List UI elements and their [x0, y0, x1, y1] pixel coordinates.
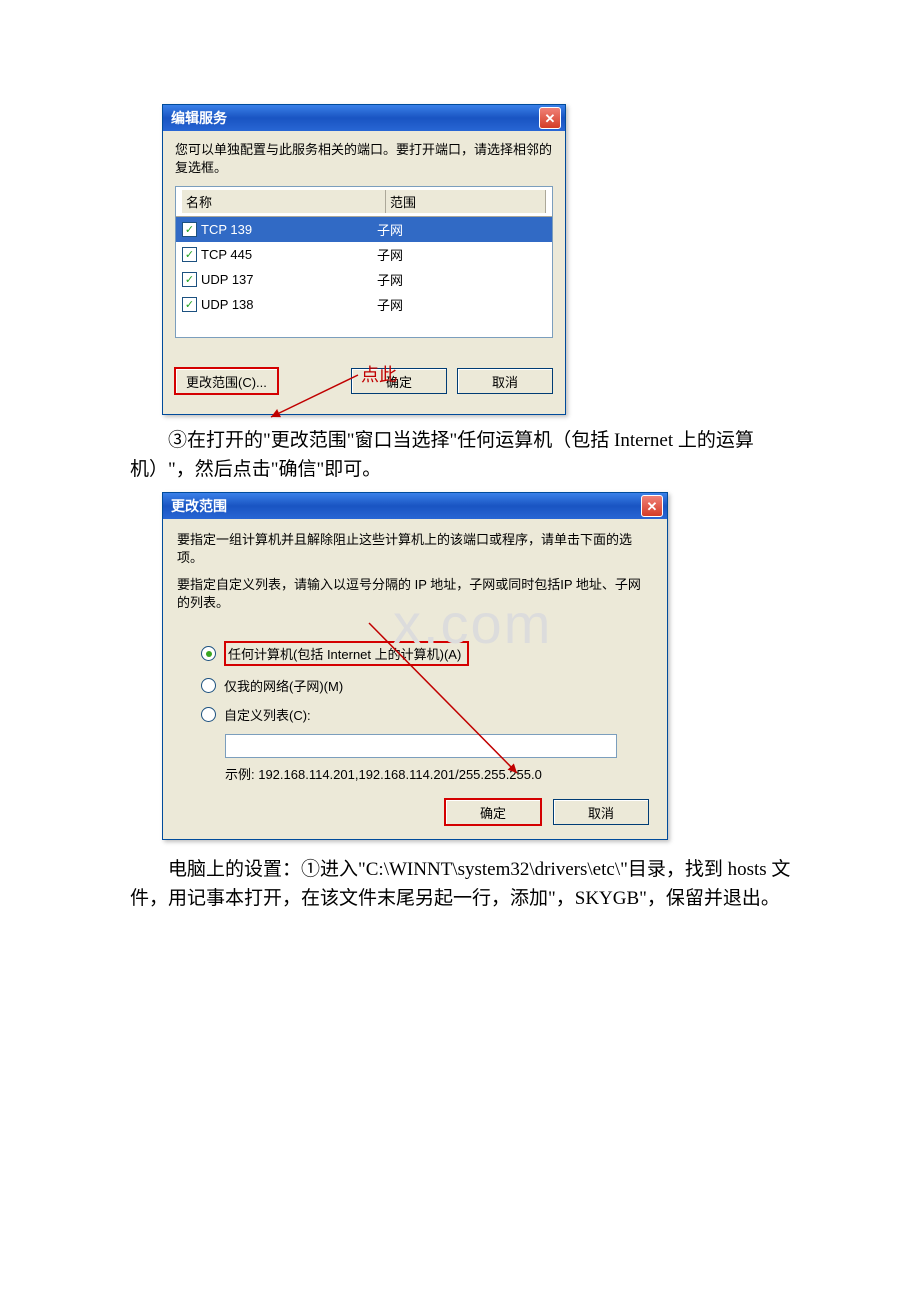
change-scope-button[interactable]: 更改范围(C)... [175, 368, 278, 394]
titlebar: 编辑服务 ✕ [163, 105, 565, 131]
list-row[interactable]: ✓ TCP 139 子网 [176, 217, 552, 242]
option-my-network[interactable]: 仅我的网络(子网)(M) [201, 676, 629, 695]
body-paragraph: 电脑上的设置：①进入"C:\WINNT\system32\drivers\etc… [130, 856, 800, 913]
dialog-description-2: 要指定自定义列表，请输入以逗号分隔的 IP 地址，子网或同时包括IP 地址、子网… [177, 576, 653, 611]
row-name: TCP 445 [201, 247, 252, 262]
cancel-button[interactable]: 取消 [553, 799, 649, 825]
change-scope-dialog: 更改范围 ✕ 要指定一组计算机并且解除阻止这些计算机上的该端口或程序，请单击下面… [162, 492, 668, 840]
cancel-button[interactable]: 取消 [457, 368, 553, 394]
dialog-description: 要指定一组计算机并且解除阻止这些计算机上的该端口或程序，请单击下面的选项。 [177, 531, 653, 566]
list-row[interactable]: ✓ UDP 138 子网 [176, 292, 552, 317]
row-scope: 子网 [377, 270, 546, 289]
row-name: UDP 138 [201, 297, 254, 312]
row-name: TCP 139 [201, 222, 252, 237]
col-scope: 范围 [386, 190, 546, 213]
ok-button[interactable]: 确定 [351, 368, 447, 394]
radio-icon[interactable] [201, 707, 216, 722]
checkbox-icon[interactable]: ✓ [182, 272, 197, 287]
body-paragraph: ③在打开的"更改范围"窗口当选择"任何运算机（包括 Internet 上的运算机… [130, 427, 800, 484]
edit-service-dialog: 编辑服务 ✕ 您可以单独配置与此服务相关的端口。要打开端口，请选择相邻的复选框。… [162, 104, 566, 415]
checkbox-icon[interactable]: ✓ [182, 297, 197, 312]
dialog-title: 编辑服务 [171, 108, 227, 128]
row-scope: 子网 [377, 295, 546, 314]
ok-button[interactable]: 确定 [445, 799, 541, 825]
row-scope: 子网 [377, 220, 546, 239]
option-label: 任何计算机(包括 Internet 上的计算机)(A) [224, 641, 469, 666]
custom-list-input[interactable] [225, 734, 617, 758]
close-icon[interactable]: ✕ [539, 107, 561, 129]
row-name: UDP 137 [201, 272, 254, 287]
list-row[interactable]: ✓ TCP 445 子网 [176, 242, 552, 267]
dialog-description: 您可以单独配置与此服务相关的端口。要打开端口，请选择相邻的复选框。 [175, 141, 553, 176]
dialog-title: 更改范围 [171, 496, 227, 516]
row-scope: 子网 [377, 245, 546, 264]
checkbox-icon[interactable]: ✓ [182, 222, 197, 237]
example-text: 示例: 192.168.114.201,192.168.114.201/255.… [225, 764, 629, 783]
radio-icon[interactable] [201, 646, 216, 661]
radio-icon[interactable] [201, 678, 216, 693]
scope-options: 任何计算机(包括 Internet 上的计算机)(A) 仅我的网络(子网)(M)… [177, 621, 653, 799]
checkbox-icon[interactable]: ✓ [182, 247, 197, 262]
list-row[interactable]: ✓ UDP 137 子网 [176, 267, 552, 292]
list-header: 名称 范围 [176, 187, 552, 217]
port-list: 名称 范围 ✓ TCP 139 子网 ✓ TCP 445 子网 ✓ UDP 137 子… [175, 186, 553, 338]
col-name: 名称 [182, 190, 386, 213]
close-icon[interactable]: ✕ [641, 495, 663, 517]
option-label: 自定义列表(C): [224, 705, 311, 724]
option-custom-list[interactable]: 自定义列表(C): [201, 705, 629, 724]
titlebar: 更改范围 ✕ [163, 493, 667, 519]
option-label: 仅我的网络(子网)(M) [224, 676, 343, 695]
option-any-computer[interactable]: 任何计算机(包括 Internet 上的计算机)(A) [201, 641, 629, 666]
